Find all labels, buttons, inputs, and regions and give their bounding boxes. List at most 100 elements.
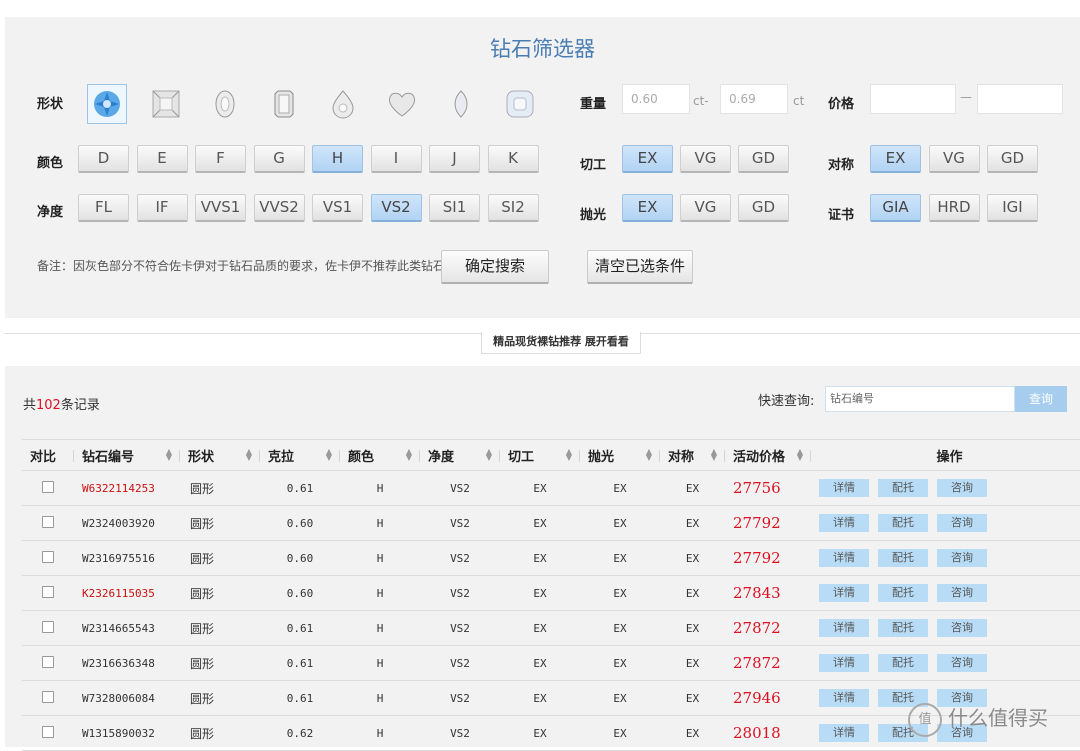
clarity-option-vs2[interactable]: VS2 bbox=[370, 194, 422, 222]
detail-button[interactable]: 详情 bbox=[819, 724, 869, 742]
marquise-icon[interactable] bbox=[441, 84, 481, 124]
column-header[interactable]: 抛光 ▲ ▼ bbox=[580, 439, 660, 471]
compare-checkbox[interactable] bbox=[42, 480, 54, 493]
sort-icon[interactable]: ▲ ▼ bbox=[486, 448, 492, 462]
emerald-icon[interactable] bbox=[264, 84, 304, 124]
detail-button[interactable]: 详情 bbox=[819, 689, 869, 707]
consult-button[interactable]: 咨询 bbox=[937, 549, 987, 567]
symmetry-option-gd[interactable]: GD bbox=[987, 145, 1038, 173]
sort-icon[interactable]: ▲ ▼ bbox=[406, 448, 412, 462]
sort-icon[interactable]: ▲ ▼ bbox=[797, 448, 803, 462]
clear-conditions-button[interactable]: 清空已选条件 bbox=[587, 250, 693, 284]
cert-option-hrd[interactable]: HRD bbox=[928, 194, 980, 222]
quick-search-label: 快速查询: bbox=[758, 394, 815, 409]
clarity-option-if[interactable]: IF bbox=[136, 194, 188, 222]
column-header[interactable]: 净度 ▲ ▼ bbox=[420, 439, 500, 471]
polish-option-vg[interactable]: VG bbox=[680, 194, 731, 222]
polish-option-gd[interactable]: GD bbox=[738, 194, 789, 222]
compare-checkbox[interactable] bbox=[42, 585, 54, 598]
diamond-code-search-input[interactable]: 钻石编号 bbox=[825, 386, 1015, 412]
sort-icon[interactable]: ▲ ▼ bbox=[246, 448, 252, 462]
consult-button[interactable]: 咨询 bbox=[937, 514, 987, 532]
clarity-option-si1[interactable]: SI1 bbox=[429, 194, 480, 222]
table-cell: 27792 bbox=[725, 540, 811, 576]
filter-panel: 钻石筛选器 形状 颜色 DEFGHIJK 净度 FL IF VVS1 VVS2 VS1 V… bbox=[5, 17, 1080, 318]
pear-icon[interactable] bbox=[323, 84, 363, 124]
sort-icon[interactable]: ▲ ▼ bbox=[326, 448, 332, 462]
sort-icon[interactable]: ▲ ▼ bbox=[646, 448, 652, 462]
detail-button[interactable]: 详情 bbox=[819, 619, 869, 637]
column-header[interactable]: 对称 ▲ ▼ bbox=[660, 439, 725, 471]
price-min-input[interactable] bbox=[870, 84, 956, 114]
consult-button[interactable]: 咨询 bbox=[937, 479, 987, 497]
consult-button[interactable]: 咨询 bbox=[937, 619, 987, 637]
color-option-d[interactable]: D bbox=[78, 145, 129, 173]
ring-match-button[interactable]: 配托 bbox=[878, 549, 928, 567]
consult-button[interactable]: 咨询 bbox=[937, 584, 987, 602]
clarity-option-vvs2[interactable]: VVS2 bbox=[253, 194, 305, 222]
ring-match-button[interactable]: 配托 bbox=[878, 479, 928, 497]
compare-checkbox[interactable] bbox=[42, 690, 54, 703]
search-button[interactable]: 查询 bbox=[1015, 386, 1067, 412]
column-header[interactable]: 切工 ▲ ▼ bbox=[500, 439, 580, 471]
detail-button[interactable]: 详情 bbox=[819, 584, 869, 602]
cushion-icon[interactable] bbox=[500, 84, 540, 124]
round-icon[interactable] bbox=[87, 84, 127, 124]
ring-match-button[interactable]: 配托 bbox=[878, 654, 928, 672]
polish-option-ex[interactable]: EX bbox=[622, 194, 673, 222]
cut-option-ex[interactable]: EX bbox=[622, 145, 673, 173]
princess-icon[interactable] bbox=[146, 84, 186, 124]
ring-match-button[interactable]: 配托 bbox=[878, 514, 928, 532]
compare-checkbox[interactable] bbox=[42, 620, 54, 633]
compare-checkbox[interactable] bbox=[42, 655, 54, 668]
column-header[interactable]: 克拉 ▲ ▼ bbox=[260, 439, 340, 471]
color-option-h[interactable]: H bbox=[312, 145, 363, 173]
column-header[interactable]: 颜色 ▲ ▼ bbox=[340, 439, 420, 471]
oval-icon[interactable] bbox=[205, 84, 245, 124]
column-header[interactable]: 形状 ▲ ▼ bbox=[180, 439, 260, 471]
ring-match-button[interactable]: 配托 bbox=[878, 619, 928, 637]
color-option-g[interactable]: G bbox=[253, 145, 305, 173]
compare-checkbox[interactable] bbox=[42, 515, 54, 528]
table-cell: W2316975516 bbox=[74, 540, 180, 576]
table-cell: EX bbox=[580, 645, 660, 681]
recommend-tab[interactable]: 精品现货裸钻推荐 展开看看 bbox=[481, 332, 641, 354]
weight-max-input[interactable]: 0.69 bbox=[720, 84, 788, 114]
detail-button[interactable]: 详情 bbox=[819, 514, 869, 532]
table-cell: 圆形 bbox=[180, 610, 260, 646]
color-option-i[interactable]: I bbox=[370, 145, 422, 173]
clarity-option-vvs1[interactable]: VVS1 bbox=[195, 194, 246, 222]
cert-option-gia[interactable]: GIA bbox=[870, 194, 921, 222]
weight-min-input[interactable]: 0.60 bbox=[622, 84, 690, 114]
sort-icon[interactable]: ▲ ▼ bbox=[711, 448, 717, 462]
table-cell: 27843 bbox=[725, 575, 811, 611]
color-option-e[interactable]: E bbox=[136, 145, 188, 173]
color-option-j[interactable]: J bbox=[429, 145, 480, 173]
detail-button[interactable]: 详情 bbox=[819, 654, 869, 672]
clarity-option-vs1[interactable]: VS1 bbox=[312, 194, 363, 222]
detail-button[interactable]: 详情 bbox=[819, 479, 869, 497]
confirm-search-button[interactable]: 确定搜索 bbox=[441, 250, 549, 284]
color-option-f[interactable]: F bbox=[195, 145, 246, 173]
column-header[interactable]: 活动价格 ▲ ▼ bbox=[725, 439, 811, 471]
table-cell: 27872 bbox=[725, 610, 811, 646]
sort-icon[interactable]: ▲ ▼ bbox=[166, 448, 172, 462]
table-cell: 27756 bbox=[725, 470, 811, 506]
cut-option-vg[interactable]: VG bbox=[680, 145, 731, 173]
compare-checkbox[interactable] bbox=[42, 725, 54, 738]
sort-icon[interactable]: ▲ ▼ bbox=[566, 448, 572, 462]
clarity-option-si2[interactable]: SI2 bbox=[487, 194, 539, 222]
cert-option-igi[interactable]: IGI bbox=[987, 194, 1038, 222]
compare-checkbox[interactable] bbox=[42, 550, 54, 563]
price-max-input[interactable] bbox=[977, 84, 1063, 114]
heart-icon[interactable] bbox=[382, 84, 422, 124]
symmetry-option-vg[interactable]: VG bbox=[928, 145, 980, 173]
color-option-k[interactable]: K bbox=[487, 145, 539, 173]
clarity-option-fl[interactable]: FL bbox=[78, 194, 129, 222]
detail-button[interactable]: 详情 bbox=[819, 549, 869, 567]
ring-match-button[interactable]: 配托 bbox=[878, 584, 928, 602]
symmetry-option-ex[interactable]: EX bbox=[870, 145, 921, 173]
consult-button[interactable]: 咨询 bbox=[937, 654, 987, 672]
column-header[interactable]: 钻石编号 ▲ ▼ bbox=[74, 439, 180, 471]
cut-option-gd[interactable]: GD bbox=[738, 145, 789, 173]
